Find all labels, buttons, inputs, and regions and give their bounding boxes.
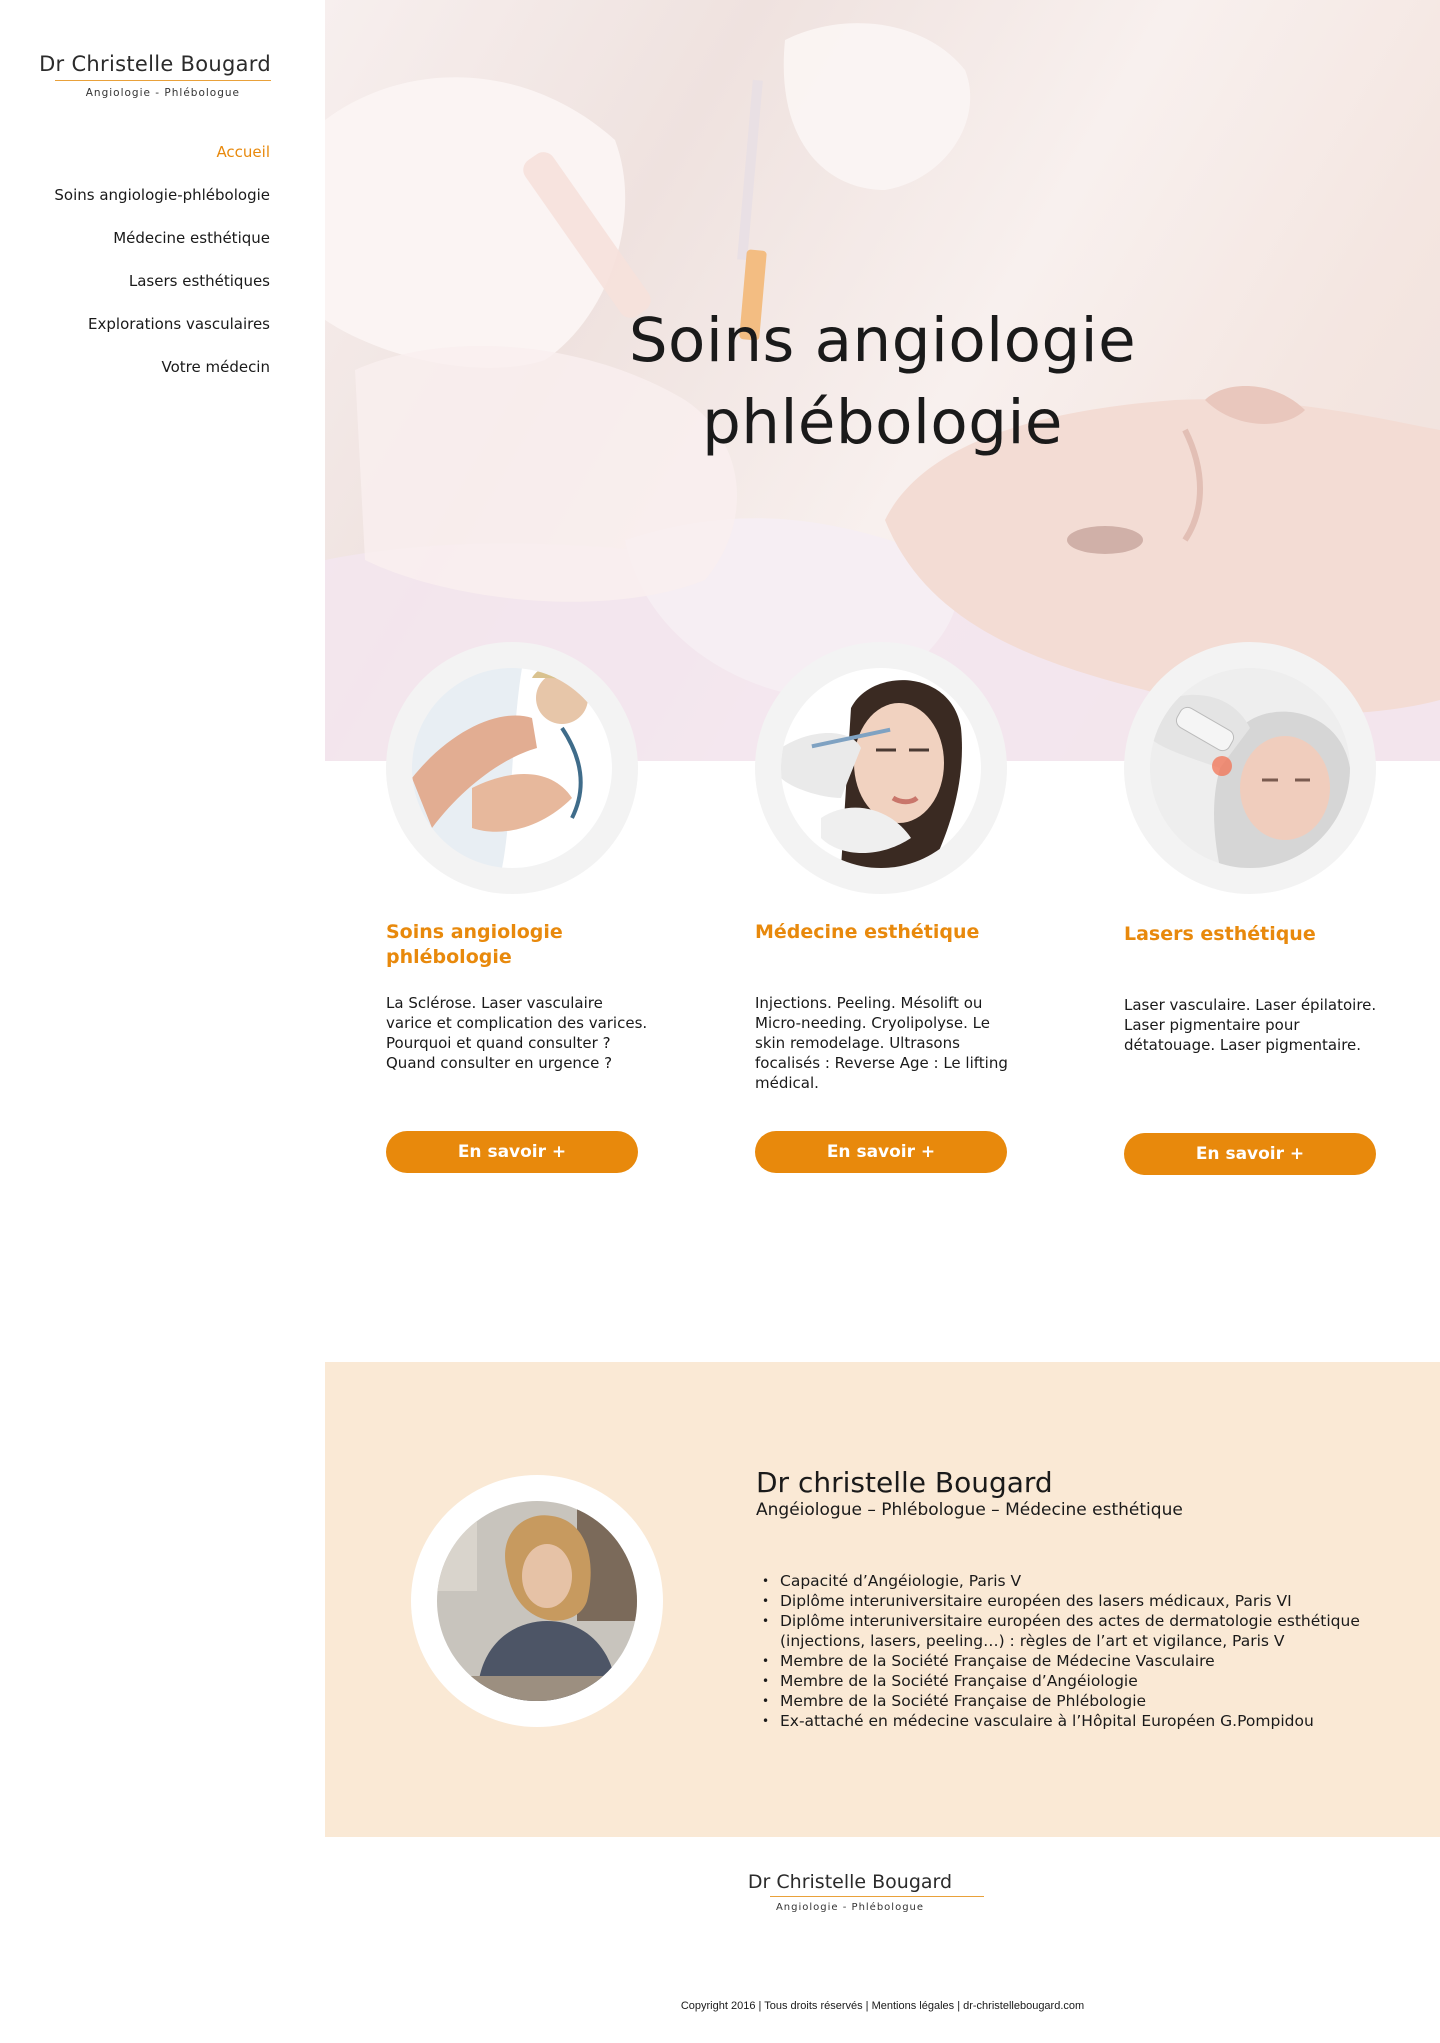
- logo-tagline: Angiologie - Phlébologue: [85, 87, 240, 99]
- doctor-specialties: Angéiologue – Phlébologue – Médecine est…: [756, 1500, 1183, 1520]
- card-2-text: Injections. Peeling. Mésolift ou Micro-n…: [755, 994, 1008, 1092]
- list-item: Diplôme interuniversitaire européen des …: [756, 1591, 1376, 1611]
- hero-title-line-2: phlébologie: [702, 387, 1063, 458]
- card-2-en-savoir-button[interactable]: En savoir +: [755, 1131, 1007, 1173]
- list-item: Membre de la Société Française d’Angéiol…: [756, 1671, 1376, 1691]
- hero-title-line-1: Soins angiologie: [628, 305, 1137, 376]
- copyright-text: Copyright 2016 | Tous droits réservés | …: [680, 2000, 1085, 2012]
- card-3-en-savoir-button[interactable]: En savoir +: [1124, 1133, 1376, 1175]
- card-3-photo: [1150, 668, 1350, 868]
- card-1-photo: [412, 668, 612, 868]
- nav-item-accueil[interactable]: Accueil: [0, 140, 270, 183]
- card-1-title: Soins angiologie phlébologie: [386, 921, 563, 968]
- card-3-text: Laser vasculaire. Laser épilatoire. Lase…: [1124, 996, 1377, 1054]
- logo-underline: [55, 80, 271, 81]
- card-1-image-ring: [386, 642, 638, 894]
- list-item: Membre de la Société Française de Médeci…: [756, 1651, 1376, 1671]
- footer-logo-name[interactable]: Dr Christelle Bougard: [700, 1871, 1000, 1893]
- card-1-en-savoir-button[interactable]: En savoir +: [386, 1131, 638, 1173]
- nav-item-explorations-vasculaires[interactable]: Explorations vasculaires: [0, 312, 270, 355]
- credentials-list: Capacité d’Angéiologie, Paris V Diplôme …: [756, 1571, 1376, 1731]
- nav-item-soins-angiologie-phlebologie[interactable]: Soins angiologie-phlébologie: [0, 183, 270, 226]
- card-2-photo: [781, 668, 981, 868]
- hero-title: Soins angiologie phlébologie: [325, 300, 1440, 464]
- sidebar: Dr Christelle Bougard Angiologie - Phléb…: [0, 0, 323, 2043]
- nav-item-medecine-esthetique[interactable]: Médecine esthétique: [0, 226, 270, 269]
- card-2-title: Médecine esthétique: [755, 921, 980, 943]
- list-item: Capacité d’Angéiologie, Paris V: [756, 1571, 1376, 1591]
- footer-logo-tagline: Angiologie - Phlébologue: [775, 1902, 925, 1913]
- list-item: Ex-attaché en médecine vasculaire à l’Hô…: [756, 1711, 1376, 1731]
- logo-name[interactable]: Dr Christelle Bougard: [0, 52, 271, 76]
- list-item: Membre de la Société Française de Phlébo…: [756, 1691, 1376, 1711]
- list-item: Diplôme interuniversitaire européen des …: [756, 1611, 1376, 1651]
- main-nav: Accueil Soins angiologie-phlébologie Méd…: [0, 140, 270, 398]
- footer-logo-underline: [770, 1896, 984, 1897]
- doctor-name: Dr christelle Bougard: [756, 1466, 1053, 1499]
- card-1-text: La Sclérose. Laser vasculaire varice et …: [386, 994, 648, 1072]
- nav-item-votre-medecin[interactable]: Votre médecin: [0, 355, 270, 398]
- doctor-photo-ring: [411, 1475, 663, 1727]
- card-3-title: Lasers esthétique: [1124, 923, 1316, 945]
- nav-item-lasers-esthetiques[interactable]: Lasers esthétiques: [0, 269, 270, 312]
- doctor-photo: [437, 1501, 637, 1701]
- card-3-image-ring: [1124, 642, 1376, 894]
- card-2-image-ring: [755, 642, 1007, 894]
